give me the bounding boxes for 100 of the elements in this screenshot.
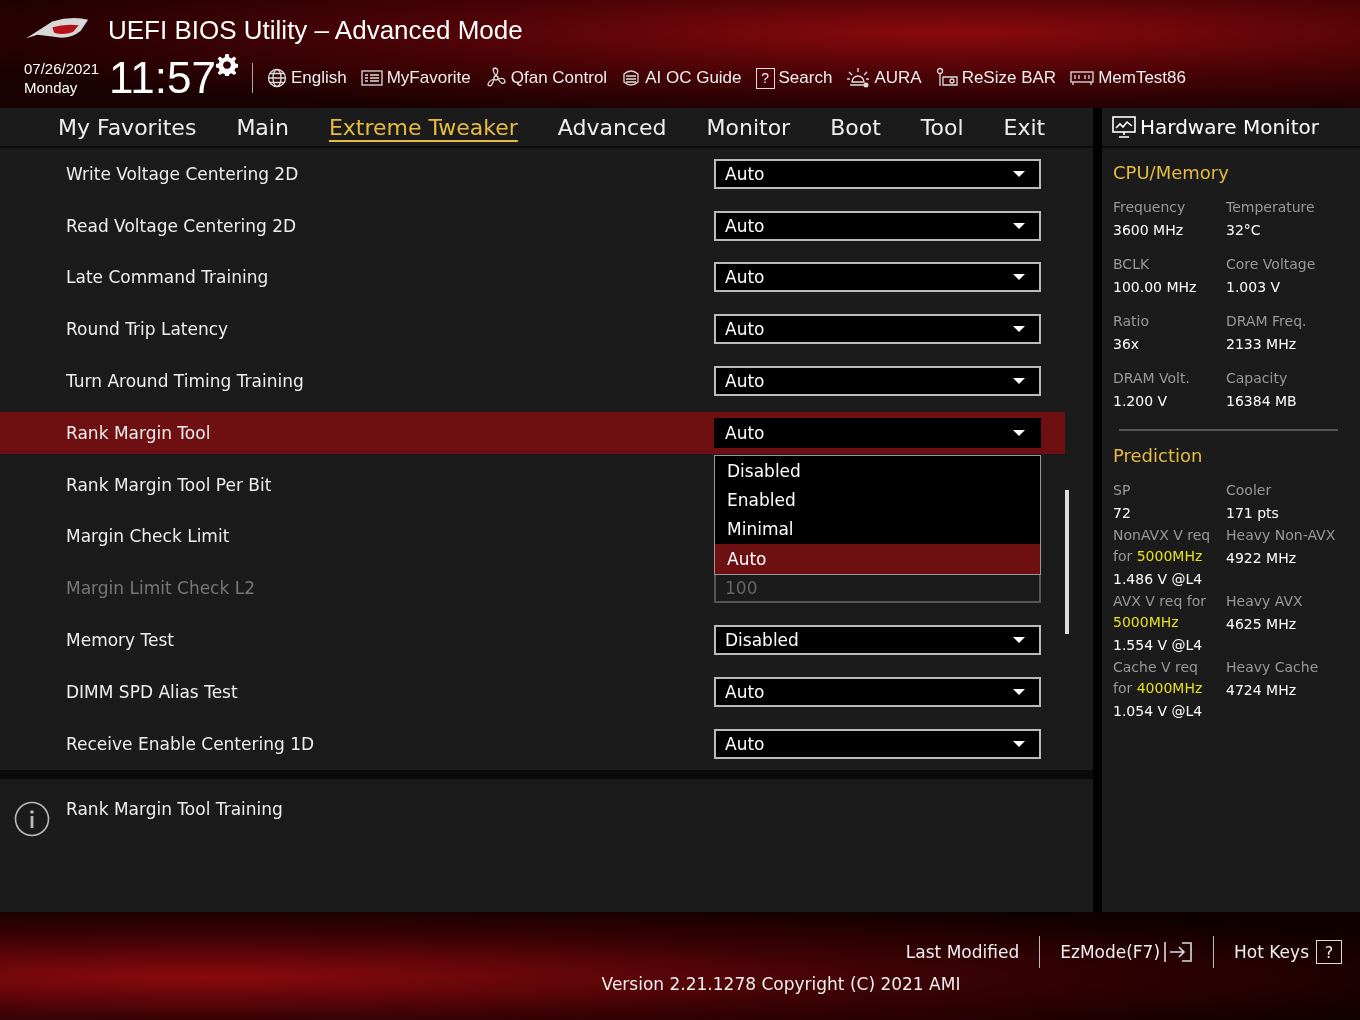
stat-value: 72: [1113, 505, 1132, 521]
footer-button[interactable]: Hot Keys ?: [1234, 940, 1342, 964]
stat-label: Temperature: [1226, 198, 1316, 217]
monitor-icon: [1112, 116, 1136, 138]
stat-label: Frequency: [1113, 198, 1187, 217]
toolbar-button[interactable]: MemTest86: [1070, 68, 1186, 88]
stat-value: 4724 MHz: [1226, 682, 1298, 698]
menu-tab[interactable]: Monitor: [686, 108, 811, 146]
stat-label: NonAVX V req for 5000MHz: [1113, 526, 1212, 566]
stat-value: 1.554 V @L4: [1113, 637, 1204, 653]
date-text: 07/26/2021: [24, 59, 100, 78]
caret-icon: [1013, 378, 1025, 385]
menu-tab[interactable]: My Favorites: [38, 108, 217, 146]
dropdown[interactable]: Auto: [714, 314, 1041, 345]
caret-icon: [1013, 326, 1025, 333]
memory-icon: [1070, 70, 1095, 86]
help-text: Rank Margin Tool Training: [66, 799, 283, 819]
stat-value: 100.00 MHz: [1113, 279, 1198, 295]
section-title: Prediction: [1113, 445, 1204, 466]
toolbar-button[interactable]: ? Search: [755, 67, 833, 89]
clock-time: 11:57: [109, 56, 216, 100]
menu-option[interactable]: Enabled: [715, 485, 1040, 515]
setting-label: Read Voltage Centering 2D: [66, 215, 297, 236]
stat-value: 171 pts: [1226, 505, 1280, 521]
stat-value: 1.003 V: [1226, 279, 1282, 295]
stat-label: Heavy Cache: [1226, 658, 1320, 677]
caret-icon: [1013, 688, 1025, 695]
card-icon: [935, 67, 958, 89]
dropdown[interactable]: Auto: [714, 676, 1041, 707]
toolbar-button[interactable]: AI OC Guide: [621, 68, 742, 88]
settings-icon[interactable]: [215, 54, 238, 76]
setting-label: Write Voltage Centering 2D: [66, 163, 299, 184]
toolbar-button[interactable]: ReSize BAR: [935, 67, 1057, 89]
dropdown[interactable]: Auto: [714, 158, 1041, 189]
exit-icon: [1163, 941, 1194, 963]
dropdown[interactable]: Auto: [714, 210, 1041, 241]
help-box-icon: ?: [755, 67, 775, 89]
menu-option[interactable]: Disabled: [715, 456, 1040, 486]
stat-label: DRAM Freq.: [1226, 312, 1308, 331]
stat-value: 3600 MHz: [1113, 222, 1185, 238]
stat-label: SP: [1113, 481, 1132, 500]
stat-label: Heavy Non-AVX: [1226, 526, 1337, 545]
stat-label: Ratio: [1113, 312, 1150, 331]
menu-tab[interactable]: Exit: [983, 108, 1066, 146]
menu-option[interactable]: Auto: [715, 544, 1040, 574]
info-icon: [14, 801, 50, 837]
setting-label: Margin Limit Check L2: [66, 578, 255, 599]
menu-tab[interactable]: Advanced: [537, 108, 687, 146]
stat-value: 1.200 V: [1113, 393, 1169, 409]
stat-label: Capacity: [1226, 369, 1289, 388]
setting-label: Memory Test: [66, 630, 175, 651]
setting-label: Rank Margin Tool: [66, 423, 211, 443]
setting-label: Receive Enable Centering 1D: [66, 733, 315, 754]
dropdown[interactable]: Disabled: [714, 625, 1041, 656]
dropdown[interactable]: Auto: [714, 366, 1041, 397]
fan-icon: [484, 67, 507, 89]
stat-value: 16384 MB: [1226, 393, 1298, 409]
setting-label: Late Command Training: [66, 267, 269, 288]
stat-label: AVX V req for 5000MHz: [1113, 592, 1207, 632]
menu-tab[interactable]: Boot: [810, 108, 901, 146]
stat-value: 1.054 V @L4: [1113, 703, 1204, 719]
caret-icon: [1013, 274, 1025, 281]
stat-label: Cache V req for 4000MHz: [1113, 658, 1204, 698]
dropdown[interactable]: Auto: [714, 418, 1041, 448]
list-icon: [360, 69, 383, 87]
chip-icon: [621, 68, 642, 88]
stat-value: 4922 MHz: [1226, 550, 1298, 566]
footer-button[interactable]: EzMode(F7): [1060, 941, 1194, 963]
stat-label: Cooler: [1226, 481, 1273, 500]
caret-icon: [1013, 222, 1025, 229]
toolbar-button[interactable]: English: [266, 68, 347, 88]
stat-value: 4625 MHz: [1226, 616, 1298, 632]
caret-icon: [1013, 430, 1025, 436]
stat-value: 1.486 V @L4: [1113, 571, 1204, 587]
stat-value: 36x: [1113, 336, 1141, 352]
caret-icon: [1013, 740, 1025, 747]
menu-tab[interactable]: Extreme Tweaker: [308, 108, 538, 146]
menu-tab[interactable]: Main: [216, 108, 309, 146]
menu-tab[interactable]: Tool: [900, 108, 984, 146]
toolbar-button[interactable]: AURA: [846, 67, 922, 89]
setting-label: Margin Check Limit: [66, 526, 230, 547]
footer-button[interactable]: Last Modified: [905, 942, 1020, 962]
menu-option[interactable]: Minimal: [715, 514, 1040, 545]
scrollbar-thumb[interactable]: [1065, 490, 1069, 634]
setting-label: DIMM SPD Alias Test: [66, 681, 238, 702]
stat-label: Core Voltage: [1226, 255, 1317, 274]
caret-icon: [1013, 637, 1025, 644]
version-text: Version 2.21.1278 Copyright (C) 2021 AMI: [601, 974, 961, 994]
window-title: UEFI BIOS Utility – Advanced Mode: [108, 14, 523, 46]
setting-label: Rank Margin Tool Per Bit: [66, 474, 272, 495]
setting-label: Round Trip Latency: [66, 319, 229, 340]
dropdown[interactable]: Auto: [714, 262, 1041, 293]
caret-icon: [1013, 170, 1025, 177]
toolbar-button[interactable]: Qfan Control: [484, 67, 608, 89]
day-text: Monday: [24, 78, 79, 97]
light-icon: [846, 67, 871, 89]
section-title: CPU/Memory: [1113, 162, 1230, 183]
toolbar-button[interactable]: MyFavorite: [360, 68, 471, 88]
stat-value: 2133 MHz: [1226, 336, 1298, 352]
dropdown[interactable]: Auto: [714, 728, 1041, 759]
